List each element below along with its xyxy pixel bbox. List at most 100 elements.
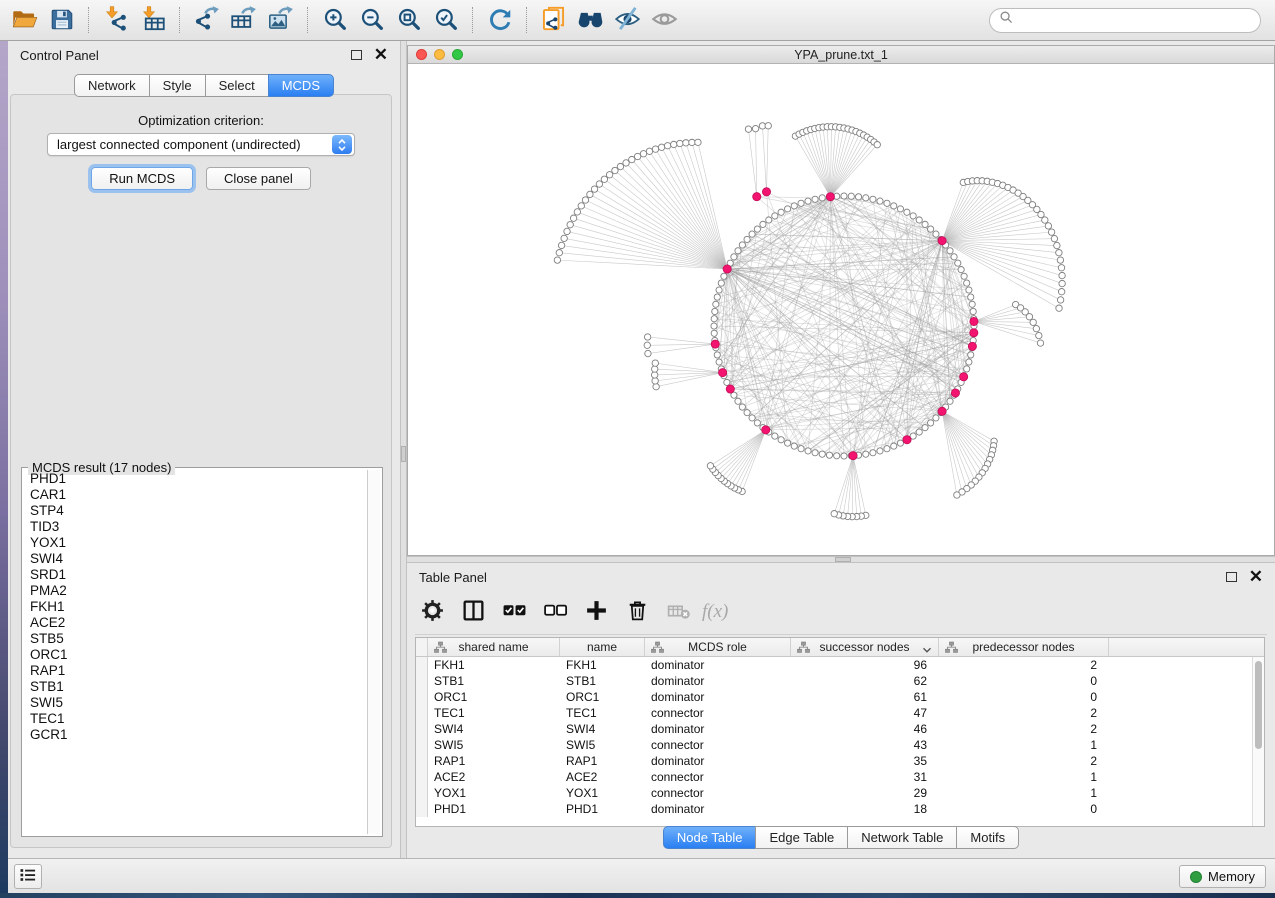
column-header-shared-name[interactable]: shared name	[428, 638, 560, 656]
mcds-list-scrollbar[interactable]	[367, 470, 380, 834]
mcds-result-item[interactable]: STB1	[25, 679, 366, 695]
panel-selector-button[interactable]	[14, 864, 42, 889]
splitter-grip[interactable]	[401, 446, 406, 462]
zoom-fit-button[interactable]	[390, 3, 427, 37]
close-panel-icon[interactable]: ✕	[374, 50, 388, 60]
horizontal-splitter[interactable]	[407, 556, 1275, 563]
hide-selected-button[interactable]	[609, 3, 646, 37]
mcds-result-item[interactable]: STP4	[25, 503, 366, 519]
column-header-name[interactable]: name	[560, 638, 645, 656]
column-header-MCDS-role[interactable]: MCDS role	[645, 638, 791, 656]
row-header-gutter	[416, 705, 428, 721]
tab-network-table[interactable]: Network Table	[847, 826, 956, 849]
scrollbar-thumb[interactable]	[1255, 661, 1262, 749]
mcds-result-item[interactable]: YOX1	[25, 535, 366, 551]
table-scrollbar[interactable]	[1252, 657, 1264, 826]
search-input[interactable]	[1019, 13, 1251, 27]
mcds-result-item[interactable]: PHD1	[25, 471, 366, 487]
tab-node-table[interactable]: Node Table	[663, 826, 756, 849]
find-button[interactable]	[572, 3, 609, 37]
save-session-button[interactable]	[43, 3, 80, 37]
settings-gear-button[interactable]	[415, 595, 449, 629]
search-box[interactable]	[989, 8, 1261, 33]
tab-select[interactable]: Select	[205, 74, 268, 97]
mcds-result-item[interactable]: TID3	[25, 519, 366, 535]
mcds-result-item[interactable]: SWI4	[25, 551, 366, 567]
tab-style[interactable]: Style	[149, 74, 205, 97]
table-cell: dominator	[645, 721, 791, 737]
network-view[interactable]	[408, 64, 1274, 555]
table-row[interactable]: YOX1YOX1connector291	[416, 785, 1264, 801]
table-row[interactable]: ACE2ACE2connector311	[416, 769, 1264, 785]
mcds-result-item[interactable]: GCR1	[25, 727, 366, 743]
close-panel-icon[interactable]: ✕	[1249, 572, 1263, 582]
table-row[interactable]: FKH1FKH1dominator962	[416, 657, 1264, 673]
refresh-view-button[interactable]	[481, 3, 518, 37]
column-header-successor-nodes[interactable]: successor nodes	[791, 638, 939, 656]
mcds-result-item[interactable]: PMA2	[25, 583, 366, 599]
mcds-result-item[interactable]: ACE2	[25, 615, 366, 631]
zoom-in-icon	[322, 6, 348, 35]
open-file-button[interactable]	[6, 3, 43, 37]
column-label: shared name	[458, 640, 528, 654]
toolbar-separator	[472, 7, 473, 33]
zoom-out-button[interactable]	[353, 3, 390, 37]
import-network-button[interactable]	[97, 3, 134, 37]
add-column-button[interactable]	[579, 595, 613, 629]
select-all-checkboxes-button[interactable]	[497, 595, 531, 629]
zoom-in-button[interactable]	[316, 3, 353, 37]
delete-column-button[interactable]	[620, 595, 654, 629]
mcds-result-item[interactable]: SRD1	[25, 567, 366, 583]
table-row[interactable]: SWI4SWI4dominator462	[416, 721, 1264, 737]
export-table-button[interactable]	[225, 3, 262, 37]
table-row[interactable]: SWI5SWI5connector431	[416, 737, 1264, 753]
delete-column-icon	[625, 598, 650, 626]
close-panel-button[interactable]: Close panel	[206, 167, 311, 190]
run-mcds-button[interactable]: Run MCDS	[91, 167, 193, 190]
tab-motifs[interactable]: Motifs	[956, 826, 1019, 849]
vertical-splitter[interactable]	[400, 41, 407, 858]
mcds-result-item[interactable]: CAR1	[25, 487, 366, 503]
tab-mcds[interactable]: MCDS	[268, 74, 334, 97]
mcds-result-item[interactable]: TEC1	[25, 711, 366, 727]
float-panel-icon[interactable]	[351, 50, 362, 60]
network-graph[interactable]	[408, 64, 1274, 555]
mcds-result-item[interactable]: FKH1	[25, 599, 366, 615]
zoom-selected-button[interactable]	[427, 3, 464, 37]
table-cell: 46	[791, 721, 939, 737]
tab-network[interactable]: Network	[74, 74, 149, 97]
show-all-button[interactable]	[646, 3, 683, 37]
table-row[interactable]: ORC1ORC1dominator610	[416, 689, 1264, 705]
criterion-select[interactable]: largest connected component (undirected)	[47, 133, 355, 156]
row-header-gutter	[416, 638, 428, 656]
table-cell: connector	[645, 705, 791, 721]
table-row[interactable]: PHD1PHD1dominator180	[416, 801, 1264, 817]
mcds-result-item[interactable]: ORC1	[25, 647, 366, 663]
mcds-result-item[interactable]: SWI5	[25, 695, 366, 711]
tab-edge-table[interactable]: Edge Table	[755, 826, 847, 849]
clone-network-button[interactable]	[535, 3, 572, 37]
memory-button[interactable]: Memory	[1179, 865, 1266, 888]
export-image-button[interactable]	[262, 3, 299, 37]
table-cell: FKH1	[560, 657, 645, 673]
table-cell: 47	[791, 705, 939, 721]
table-row[interactable]: STB1STB1dominator620	[416, 673, 1264, 689]
main-toolbar	[0, 0, 1275, 41]
row-header-gutter	[416, 785, 428, 801]
mcds-result-list[interactable]: PHD1CAR1STP4TID3YOX1SWI4SRD1PMA2FKH1ACE2…	[25, 471, 366, 833]
table-row[interactable]: RAP1RAP1dominator352	[416, 753, 1264, 769]
status-bar: Memory	[8, 858, 1275, 893]
float-panel-icon[interactable]	[1226, 572, 1237, 582]
mcds-result-item[interactable]: RAP1	[25, 663, 366, 679]
toolbar-separator	[526, 7, 527, 33]
mcds-result-item[interactable]: STB5	[25, 631, 366, 647]
deselect-all-checkboxes-button[interactable]	[538, 595, 572, 629]
column-header-predecessor-nodes[interactable]: predecessor nodes	[939, 638, 1109, 656]
network-window-titlebar[interactable]: YPA_prune.txt_1	[408, 46, 1274, 64]
splitter-grip[interactable]	[835, 557, 851, 562]
import-table-button[interactable]	[134, 3, 171, 37]
export-network-button[interactable]	[188, 3, 225, 37]
network-window-title: YPA_prune.txt_1	[408, 48, 1274, 62]
table-row[interactable]: TEC1TEC1connector472	[416, 705, 1264, 721]
split-panel-button[interactable]	[456, 595, 490, 629]
